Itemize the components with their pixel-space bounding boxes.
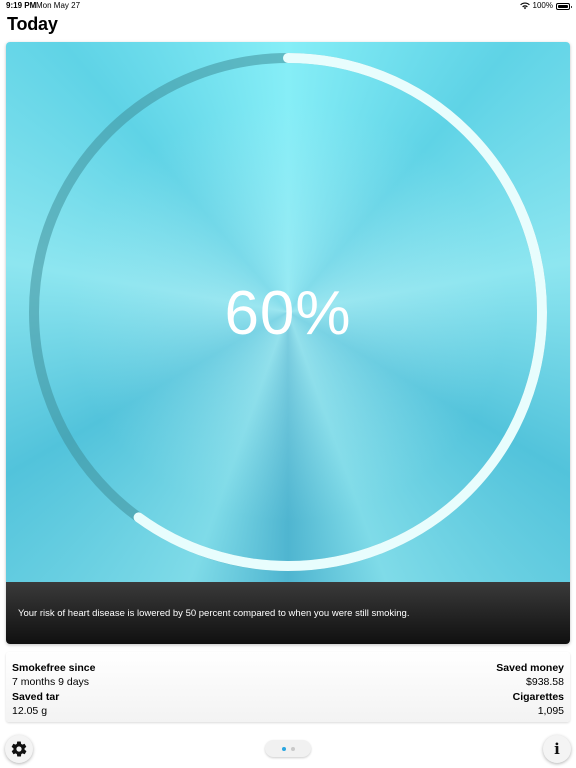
status-time: 9:19 PM <box>6 1 37 10</box>
stat-label: Saved tar <box>12 691 60 703</box>
wifi-icon <box>519 2 530 10</box>
stat-saved-money: Saved money $938.58 <box>496 662 564 688</box>
page-indicator[interactable] <box>265 740 311 757</box>
settings-button[interactable] <box>5 735 33 763</box>
status-right: 100% <box>519 0 572 12</box>
stat-smokefree-since: Smokefree since 7 months 9 days <box>12 662 95 688</box>
stat-label: Saved money <box>496 662 564 674</box>
page-dot-2[interactable] <box>290 746 295 751</box>
stat-value: 1,095 <box>537 705 564 717</box>
page-title: Today <box>7 14 58 34</box>
stat-cigarettes: Cigarettes 1,095 <box>513 691 564 717</box>
milestone-message: Your risk of heart disease is lowered by… <box>6 582 570 644</box>
stat-value: 12.05 g <box>12 705 48 717</box>
stat-label: Smokefree since <box>12 662 96 674</box>
gear-icon <box>11 741 27 757</box>
stat-saved-tar: Saved tar 12.05 g <box>12 691 59 717</box>
info-button[interactable]: i <box>543 735 571 763</box>
stat-label: Cigarettes <box>512 691 564 703</box>
status-bar: 9:19 PM Mon May 27 100% <box>0 0 576 12</box>
progress-card[interactable]: 60% Your risk of heart disease is lowere… <box>6 42 570 644</box>
stats-panel: Smokefree since 7 months 9 days Saved mo… <box>6 652 570 722</box>
milestone-message-text: Your risk of heart disease is lowered by… <box>18 608 410 619</box>
page-dot-1[interactable] <box>281 746 286 751</box>
battery-percent: 100% <box>532 1 553 10</box>
info-icon: i <box>554 739 560 758</box>
stat-value: 7 months 9 days <box>12 676 90 688</box>
stat-value: $938.58 <box>526 676 564 688</box>
battery-icon <box>556 2 572 10</box>
status-date: Mon May 27 <box>36 1 81 10</box>
progress-percentage: 60% <box>224 279 352 348</box>
